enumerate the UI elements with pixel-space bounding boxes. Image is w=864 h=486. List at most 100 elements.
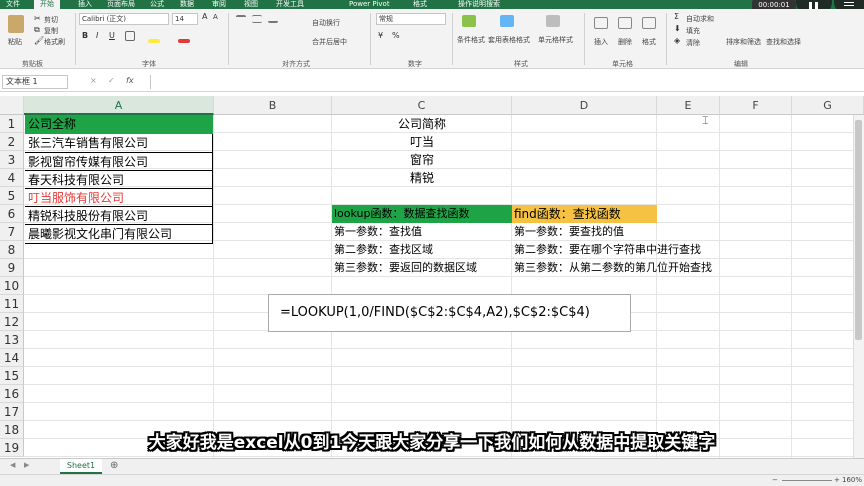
prev-sheet-icon[interactable]: ◀ [10,461,15,469]
cell-a4[interactable]: 春天科技有限公司 [25,170,213,189]
cell-c8[interactable]: 第二参数：查找区域 [332,241,433,259]
format-table-button[interactable]: 套用表格格式 [488,35,530,45]
row-header-14[interactable]: 14 [0,349,24,367]
row-header-4[interactable]: 4 [0,169,24,187]
row-header-5[interactable]: 5 [0,187,24,205]
autosum-icon[interactable]: Σ [674,12,679,21]
conditional-format-icon[interactable] [462,15,476,27]
column-header-b[interactable]: B [214,96,332,115]
tab-7[interactable]: 视图 [244,0,258,9]
autosum-button[interactable]: 自动求和 [686,14,714,24]
paste-icon[interactable] [8,15,24,33]
row-header-1[interactable]: 1 [0,115,24,133]
zoom-level[interactable]: 160% [842,476,862,484]
cell-a7[interactable]: 晨曦影视文化串门有限公司 [25,224,213,244]
underline-button[interactable]: U [109,31,115,40]
tab-0[interactable]: 文件 [6,0,20,9]
fill-button[interactable]: 填充 [686,26,700,36]
next-sheet-icon[interactable]: ▶ [24,461,29,469]
cell-c6[interactable]: lookup函数：数据查找函数 [332,205,512,223]
insert-cells-button[interactable]: 插入 [594,37,608,47]
row-header-8[interactable]: 8 [0,241,24,259]
zoom-slider[interactable] [782,480,832,481]
cell-d6[interactable]: find函数：查找函数 [512,205,657,223]
row-header-9[interactable]: 9 [0,259,24,277]
tab-2[interactable]: 插入 [78,0,92,9]
format-painter-button[interactable]: 格式刷 [44,37,65,47]
formula-text-box[interactable]: =LOOKUP(1,0/FIND($C$2:$C$4,A2),$C$2:$C$4… [268,294,631,332]
row-header-2[interactable]: 2 [0,133,24,151]
wrap-text-button[interactable]: 自动换行 [312,18,340,28]
fill-color-icon[interactable] [148,39,160,43]
align-top-icon[interactable] [236,15,246,23]
percent-icon[interactable]: % [392,31,400,40]
currency-icon[interactable]: ¥ [378,31,383,40]
cell-styles-button[interactable]: 单元格样式 [538,35,573,45]
tab-1[interactable]: 开始 [34,0,60,9]
tab-11[interactable]: 操作说明搜索 [458,0,500,9]
cell-a6[interactable]: 精锐科技股份有限公司 [25,206,213,225]
column-header-f[interactable]: F [720,96,792,115]
row-header-16[interactable]: 16 [0,385,24,403]
merge-center-button[interactable]: 合并后居中 [312,37,347,47]
format-cells-button[interactable]: 格式 [642,37,656,47]
row-header-6[interactable]: 6 [0,205,24,223]
clear-button[interactable]: 清除 [686,38,700,48]
cell-a5[interactable]: 叮当服饰有限公司 [25,188,213,207]
row-header-10[interactable]: 10 [0,277,24,295]
row-header-3[interactable]: 3 [0,151,24,169]
zoom-plus-icon[interactable]: + [834,476,840,484]
row-header-17[interactable]: 17 [0,403,24,421]
align-bottom-icon[interactable] [268,15,278,23]
italic-button[interactable]: I [96,31,98,40]
font-color-icon[interactable] [178,39,190,43]
row-header-13[interactable]: 13 [0,331,24,349]
column-header-c[interactable]: C [332,96,512,115]
cut-button[interactable]: 剪切 [44,15,58,25]
tab-8[interactable]: 开发工具 [276,0,304,9]
row-header-7[interactable]: 7 [0,223,24,241]
cell-c7[interactable]: 第一参数：查找值 [332,223,422,241]
conditional-format-button[interactable]: 条件格式 [457,35,485,45]
align-middle-icon[interactable] [252,15,262,23]
cell-d7[interactable]: 第一参数：要查找的值 [512,223,624,241]
tab-6[interactable]: 审阅 [212,0,226,9]
copy-button[interactable]: 复制 [44,26,58,36]
delete-cells-icon[interactable] [618,17,632,29]
tab-9[interactable]: Power Pivot [349,0,390,9]
sort-filter-button[interactable]: 排序和筛选 [726,37,761,47]
font-size-select[interactable]: 14 [172,13,198,25]
tab-5[interactable]: 数据 [180,0,194,9]
clear-icon[interactable]: ◈ [674,36,680,45]
cell-c2[interactable]: 叮当 [332,133,512,151]
font-shrink-button[interactable]: A [213,13,218,21]
select-all-corner[interactable] [0,96,24,115]
paste-button[interactable]: 粘贴 [8,37,22,47]
name-box[interactable]: 文本框 1 [2,75,68,89]
sheet-tab-sheet1[interactable]: Sheet1 [60,459,102,474]
insert-cells-icon[interactable] [594,17,608,29]
cell-c4[interactable]: 精锐 [332,169,512,187]
row-header-12[interactable]: 12 [0,313,24,331]
cell-c1[interactable]: 公司简称 [332,115,512,133]
tab-3[interactable]: 页面布局 [107,0,135,9]
cut-icon[interactable]: ✂ [34,14,41,23]
fill-icon[interactable]: ⬇ [674,24,681,33]
vertical-scroll-thumb[interactable] [855,120,862,340]
format-cells-icon[interactable] [642,17,656,29]
zoom-minus-icon[interactable]: − [772,476,778,484]
bold-button[interactable]: B [82,31,88,40]
number-format-select[interactable]: 常规 [376,13,446,25]
enter-button[interactable]: ✓ [108,76,115,85]
delete-cells-button[interactable]: 删除 [618,37,632,47]
cell-d8[interactable]: 第二参数：要在哪个字符串中进行查找 [512,241,701,259]
column-header-a[interactable]: A [24,96,214,115]
cancel-button[interactable]: × [90,76,97,85]
tab-4[interactable]: 公式 [150,0,164,9]
row-header-15[interactable]: 15 [0,367,24,385]
format-painter-icon[interactable]: 🖌 [34,36,44,45]
find-select-button[interactable]: 查找和选择 [766,37,801,47]
font-grow-button[interactable]: A [202,12,207,21]
insert-function-button[interactable]: fx [126,76,134,85]
font-name-select[interactable]: Calibri (正文) [79,13,169,25]
